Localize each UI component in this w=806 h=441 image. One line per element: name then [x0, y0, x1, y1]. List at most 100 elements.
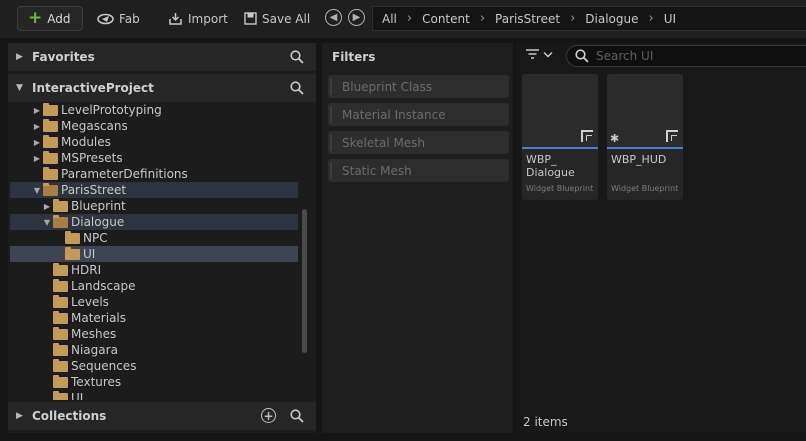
fab-label: Fab — [119, 11, 140, 26]
folder-tree: ▶ LevelPrototyping ▶ Megascans ▶ Modules… — [8, 100, 316, 400]
collections-label: Collections — [32, 409, 107, 423]
add-button[interactable]: + Add — [17, 6, 83, 31]
collections-header[interactable]: ▶ Collections + — [8, 402, 316, 430]
project-header[interactable]: ▼ InteractiveProject — [8, 74, 316, 102]
tree-item-ui-selected[interactable]: UI — [10, 246, 298, 262]
tree-item-meshes[interactable]: Meshes — [10, 326, 298, 342]
tree-item-parameterdefinitions[interactable]: ParameterDefinitions — [10, 166, 298, 182]
asset-name: WBP_ Dialogue — [526, 153, 575, 179]
chevron-right-icon[interactable]: › — [480, 11, 485, 26]
tree-scrollbar[interactable] — [302, 209, 307, 353]
tree-item-label: Landscape — [71, 279, 136, 293]
breadcrumb-item-dialogue[interactable]: Dialogue — [585, 12, 638, 26]
chevron-right-icon[interactable]: › — [570, 11, 575, 26]
tree-item-hdri[interactable]: HDRI — [10, 262, 298, 278]
widget-blueprint-icon — [581, 130, 593, 142]
save-all-button[interactable]: Save All — [244, 6, 310, 31]
folder-icon — [43, 150, 58, 164]
tree-item-label: LevelPrototyping — [61, 103, 162, 117]
tree-item-mspresets[interactable]: ▶ MSPresets — [10, 150, 298, 166]
tree-item-ui[interactable]: UI — [10, 390, 298, 400]
chevron-down-icon[interactable]: ▼ — [32, 186, 42, 195]
chevron-right-icon[interactable]: ▶ — [16, 411, 26, 421]
add-label: Add — [47, 11, 71, 26]
search-input[interactable] — [596, 49, 786, 63]
tree-item-megascans[interactable]: ▶ Megascans — [10, 118, 298, 134]
tree-item-parisstreet[interactable]: ▼ ParisStreet — [10, 182, 298, 198]
folder-open-icon — [53, 214, 68, 228]
filter-static-mesh[interactable]: Static Mesh — [328, 159, 509, 182]
save-icon — [244, 12, 257, 25]
fab-button[interactable]: Fab — [97, 6, 140, 31]
tree-item-label: Niagara — [71, 343, 118, 357]
chevron-right-icon[interactable]: ▶ — [42, 202, 52, 211]
tree-item-blueprint[interactable]: ▶ Blueprint — [10, 198, 298, 214]
save-all-label: Save All — [262, 11, 311, 26]
filter-dropdown[interactable] — [525, 48, 553, 60]
breadcrumb-item-content[interactable]: Content — [422, 12, 470, 26]
filters-panel: Filters Blueprint Class Material Instanc… — [322, 43, 513, 433]
tree-item-label: ParisStreet — [61, 183, 127, 197]
folder-icon — [53, 358, 68, 372]
filter-material-instance[interactable]: Material Instance — [328, 103, 509, 126]
chevron-down-icon[interactable]: ▼ — [16, 83, 26, 93]
chevron-right-icon[interactable]: › — [407, 11, 412, 26]
tree-item-niagara[interactable]: Niagara — [10, 342, 298, 358]
plus-icon: + — [28, 8, 43, 28]
asset-tile-wbp-hud[interactable]: ✱ WBP_HUD Widget Blueprint — [607, 74, 683, 200]
tree-item-npc[interactable]: NPC — [10, 230, 298, 246]
asset-search[interactable] — [566, 45, 806, 67]
chevron-right-icon[interactable]: ▶ — [16, 52, 26, 62]
asset-type: Widget Blueprint — [526, 184, 594, 193]
folder-icon — [43, 134, 58, 148]
tree-item-levels[interactable]: Levels — [10, 294, 298, 310]
favorites-header[interactable]: ▶ Favorites — [8, 43, 316, 71]
filter-blueprint-class[interactable]: Blueprint Class — [328, 75, 509, 98]
tree-item-modules[interactable]: ▶ Modules — [10, 134, 298, 150]
import-label: Import — [188, 11, 228, 26]
asset-tile-wbp-dialogue[interactable]: WBP_ Dialogue Widget Blueprint — [522, 74, 598, 200]
tree-item-levelprototyping[interactable]: ▶ LevelPrototyping — [10, 102, 298, 118]
tree-item-label: Materials — [71, 311, 127, 325]
search-icon[interactable] — [290, 409, 304, 423]
tree-item-label: Textures — [71, 375, 122, 389]
asset-view: WBP_ Dialogue Widget Blueprint ✱ WBP_HUD… — [516, 43, 806, 433]
chevron-right-icon[interactable]: › — [649, 11, 654, 26]
tree-item-label: NPC — [83, 231, 108, 245]
chevron-down-icon — [543, 51, 553, 58]
sources-panel: ▶ Favorites ▼ InteractiveProject ▶ Level… — [8, 43, 316, 433]
add-collection-icon[interactable]: + — [261, 408, 276, 423]
folder-icon — [53, 374, 68, 388]
folder-icon — [53, 262, 68, 276]
tree-item-label: Megascans — [61, 119, 128, 133]
filters-title: Filters — [332, 50, 376, 64]
breadcrumb-item-all[interactable]: All — [382, 12, 397, 26]
tree-item-label: Levels — [71, 295, 109, 309]
chevron-right-icon[interactable]: ▶ — [32, 154, 42, 163]
chevron-right-icon[interactable]: ▶ — [32, 106, 42, 115]
breadcrumb-item-parisstreet[interactable]: ParisStreet — [495, 12, 560, 26]
tree-item-materials[interactable]: Materials — [10, 310, 298, 326]
search-icon[interactable] — [290, 81, 304, 95]
folder-icon — [53, 390, 68, 400]
asset-type-bar — [607, 147, 683, 149]
chevron-down-icon[interactable]: ▼ — [42, 218, 52, 227]
chevron-right-icon[interactable]: ▶ — [32, 122, 42, 131]
back-arrow-icon[interactable]: ◀ — [325, 9, 342, 26]
tree-item-label: Dialogue — [71, 215, 125, 229]
import-button[interactable]: Import — [168, 6, 228, 31]
tree-item-sequences[interactable]: Sequences — [10, 358, 298, 374]
tree-item-dialogue[interactable]: ▼ Dialogue — [10, 214, 298, 230]
search-icon[interactable] — [290, 50, 304, 64]
forward-arrow-icon[interactable]: ▶ — [348, 9, 365, 26]
folder-icon — [43, 118, 58, 132]
tree-item-textures[interactable]: Textures — [10, 374, 298, 390]
filter-skeletal-mesh[interactable]: Skeletal Mesh — [328, 131, 509, 154]
folder-icon — [53, 278, 68, 292]
filter-icon — [525, 48, 540, 60]
folder-icon — [43, 102, 58, 116]
tree-item-landscape[interactable]: Landscape — [10, 278, 298, 294]
chevron-right-icon[interactable]: ▶ — [32, 138, 42, 147]
breadcrumb-item-ui[interactable]: UI — [664, 12, 676, 26]
folder-icon — [43, 166, 58, 180]
